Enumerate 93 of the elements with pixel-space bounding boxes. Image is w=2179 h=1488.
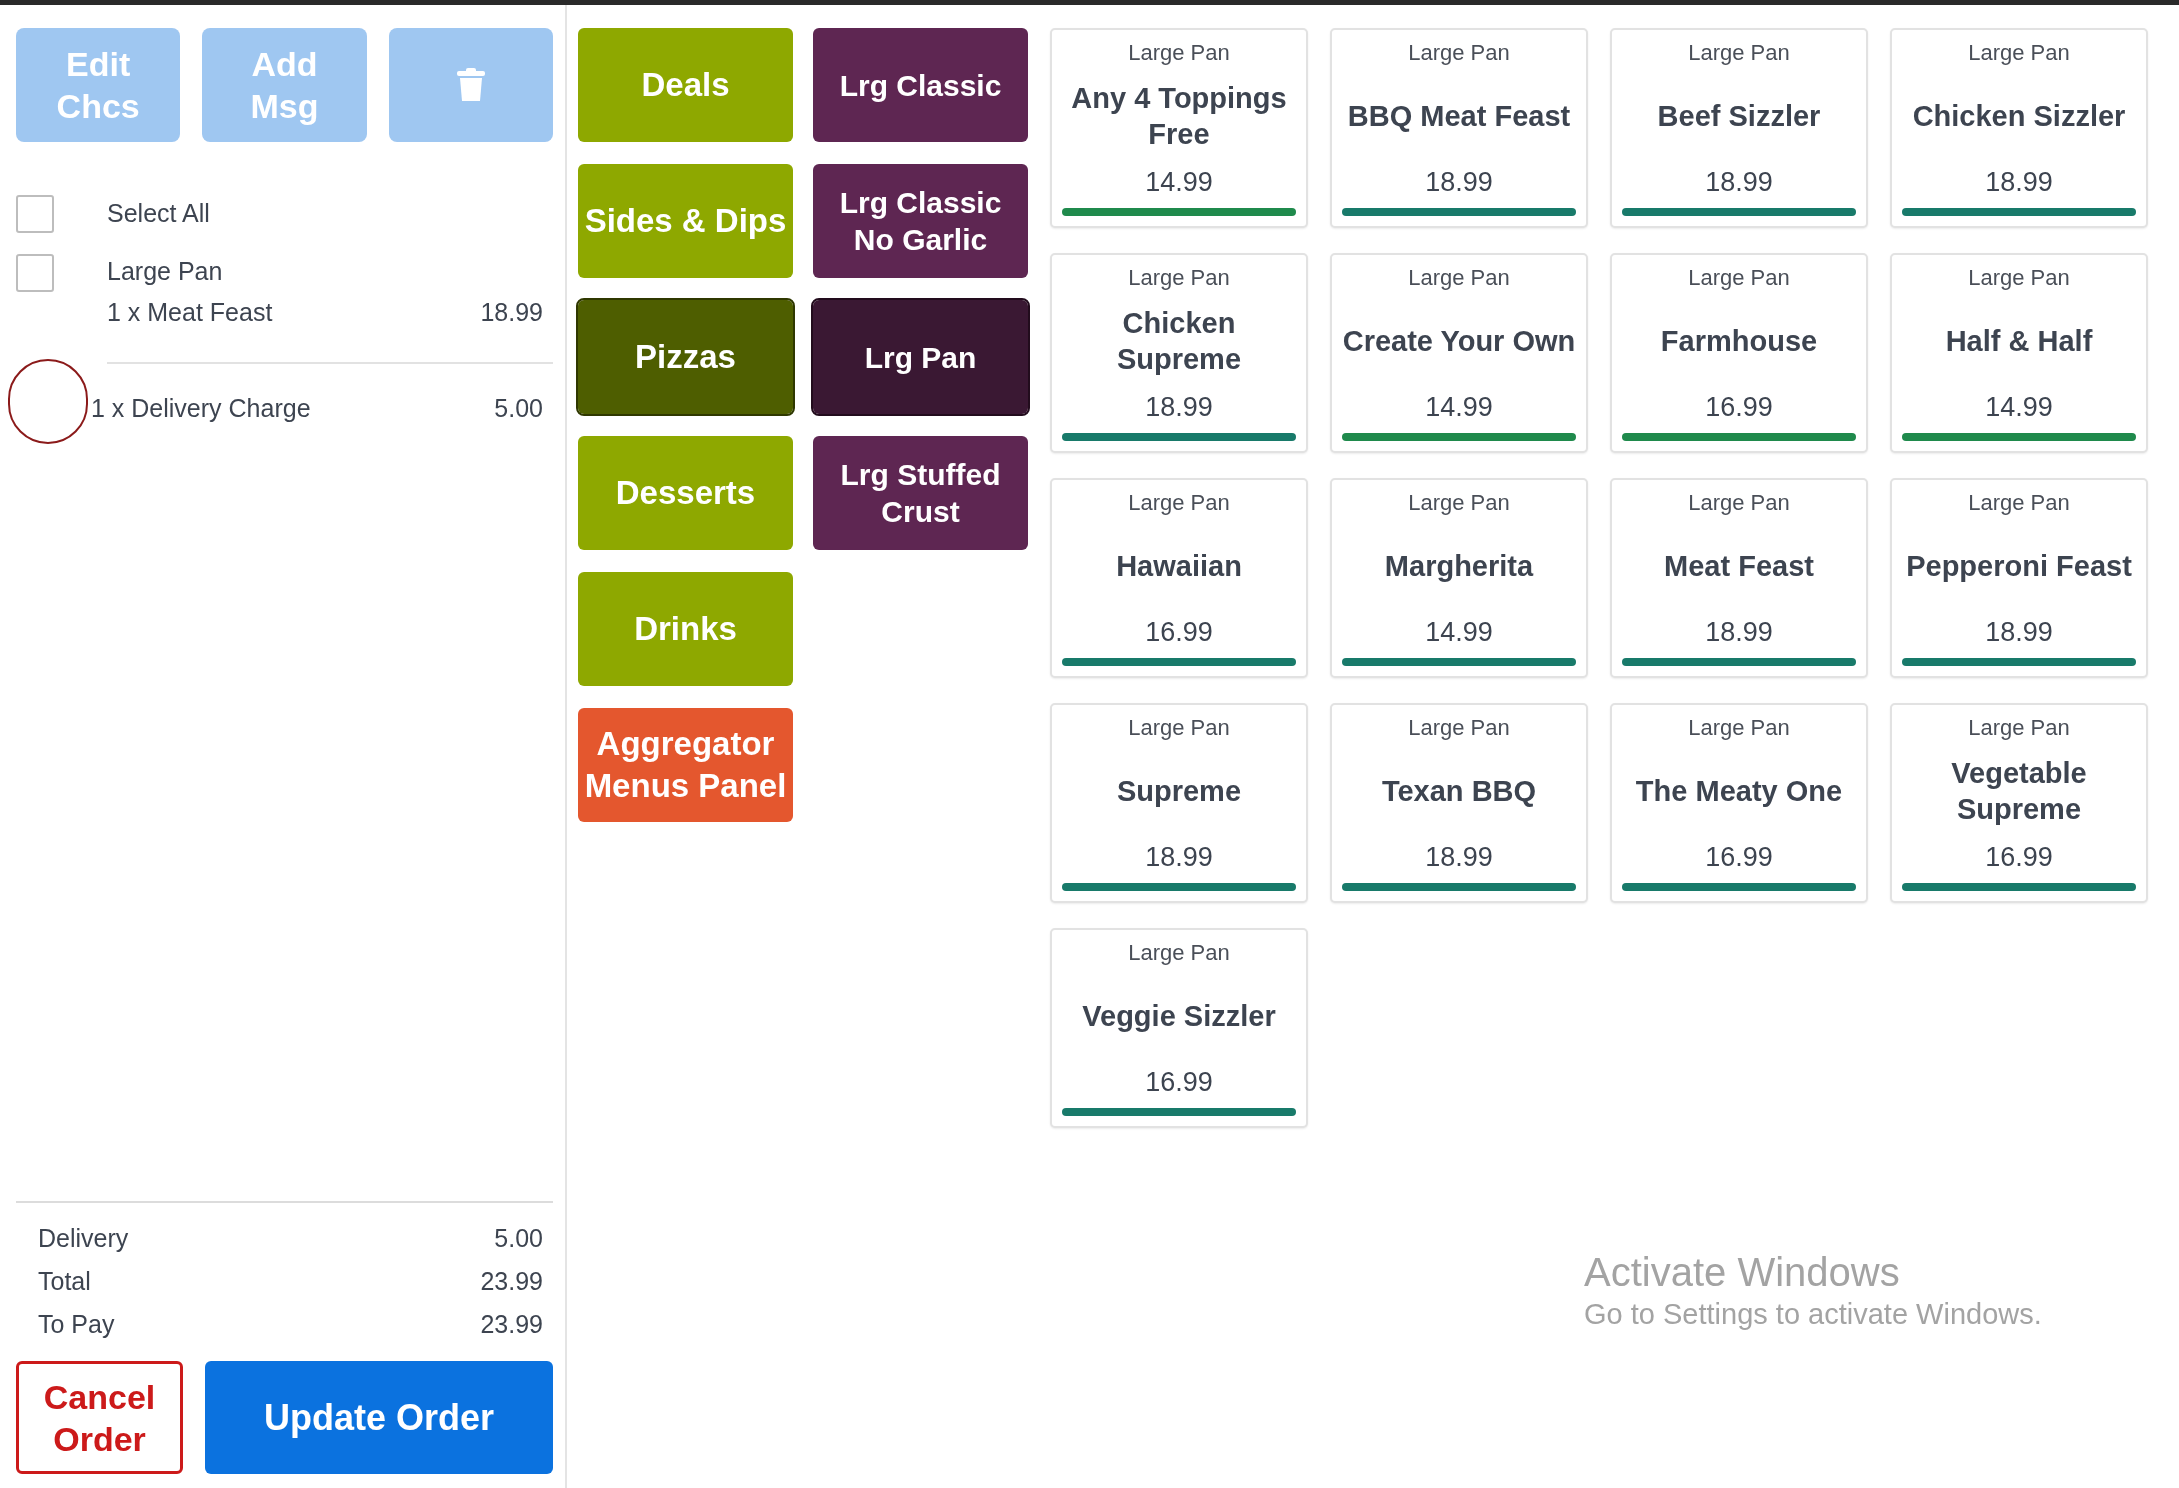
- product-name: Farmhouse: [1660, 324, 1818, 359]
- product-tile[interactable]: Large Pan Half & Half 14.99: [1890, 253, 2148, 453]
- product-tile[interactable]: Large Pan Hawaiian 16.99: [1050, 478, 1308, 678]
- product-tile[interactable]: Large Pan Beef Sizzler 18.99: [1610, 28, 1868, 228]
- product-size: Large Pan: [1408, 715, 1510, 741]
- product-tile[interactable]: Large Pan Meat Feast 18.99: [1610, 478, 1868, 678]
- product-price: 18.99: [1705, 616, 1773, 648]
- product-size: Large Pan: [1968, 40, 2070, 66]
- product-price: 16.99: [1985, 841, 2053, 873]
- product-price: 16.99: [1145, 1066, 1213, 1098]
- trash-icon: [455, 68, 486, 102]
- product-size: Large Pan: [1128, 490, 1230, 516]
- product-price: 18.99: [1425, 841, 1493, 873]
- total-value: 23.99: [480, 1266, 543, 1296]
- product-name: Any 4 Toppings Free: [1070, 81, 1288, 152]
- product-price: 14.99: [1425, 391, 1493, 423]
- product-name: Chicken Supreme: [1115, 306, 1243, 377]
- product-size: Large Pan: [1688, 715, 1790, 741]
- product-size: Large Pan: [1688, 40, 1790, 66]
- product-price: 18.99: [1705, 166, 1773, 198]
- product-name: Beef Sizzler: [1657, 99, 1821, 134]
- product-name: Half & Half: [1945, 324, 2093, 359]
- product-tile[interactable]: Large Pan Veggie Sizzler 16.99: [1050, 928, 1308, 1128]
- subcategory-tab[interactable]: Lrg Classic: [813, 28, 1028, 142]
- product-tile[interactable]: Large Pan Margherita 14.99: [1330, 478, 1588, 678]
- product-size: Large Pan: [1128, 715, 1230, 741]
- product-name: BBQ Meat Feast: [1347, 99, 1571, 134]
- product-name: The Meaty One: [1635, 774, 1843, 809]
- product-name: Vegetable Supreme: [1950, 756, 2088, 827]
- product-tile[interactable]: Large Pan Chicken Sizzler 18.99: [1890, 28, 2148, 228]
- product-tile[interactable]: Large Pan Chicken Supreme 18.99: [1050, 253, 1308, 453]
- order-item-description: 1 x Meat Feast: [107, 297, 273, 328]
- product-tile[interactable]: Large Pan BBQ Meat Feast 18.99: [1330, 28, 1588, 228]
- subcategory-tab[interactable]: Lrg Pan: [813, 300, 1028, 414]
- product-price: 16.99: [1705, 841, 1773, 873]
- checkbox[interactable]: [16, 195, 54, 233]
- product-size: Large Pan: [1688, 265, 1790, 291]
- order-item-title: Large Pan: [107, 256, 224, 287]
- total-value: 23.99: [480, 1309, 543, 1339]
- product-price: 18.99: [1985, 166, 2053, 198]
- product-tile[interactable]: Large Pan Texan BBQ 18.99: [1330, 703, 1588, 903]
- product-name: Meat Feast: [1664, 549, 1814, 584]
- product-name: Supreme: [1116, 774, 1242, 809]
- product-tile[interactable]: Large Pan Supreme 18.99: [1050, 703, 1308, 903]
- checkbox[interactable]: [16, 254, 54, 292]
- product-size: Large Pan: [1408, 490, 1510, 516]
- product-price: 18.99: [1985, 616, 2053, 648]
- product-tile[interactable]: Large Pan Pepperoni Feast 18.99: [1890, 478, 2148, 678]
- product-tile[interactable]: Large Pan Create Your Own 14.99: [1330, 253, 1588, 453]
- product-price: 14.99: [1425, 616, 1493, 648]
- order-charge-description: 1 x Delivery Charge: [91, 392, 311, 424]
- category-tab[interactable]: Pizzas: [578, 300, 793, 414]
- product-size: Large Pan: [1128, 940, 1230, 966]
- total-value: 5.00: [494, 1223, 543, 1253]
- cancel-order-button[interactable]: Cancel Order: [16, 1361, 183, 1474]
- update-order-button[interactable]: Update Order: [205, 1361, 553, 1474]
- subcategory-tab[interactable]: Lrg Classic No Garlic: [813, 164, 1028, 278]
- activation-notice-text: Go to Settings to activate Windows.: [1584, 1297, 2042, 1332]
- product-name: Chicken Sizzler: [1912, 99, 2126, 134]
- product-name: Veggie Sizzler: [1082, 999, 1276, 1034]
- total-label: To Pay: [38, 1309, 115, 1339]
- order-item-price: 18.99: [480, 297, 543, 328]
- product-price: 16.99: [1145, 616, 1213, 648]
- product-name: Margherita: [1384, 549, 1534, 584]
- product-price: 18.99: [1425, 166, 1493, 198]
- activation-notice-title: Activate Windows: [1584, 1249, 1901, 1296]
- product-name: Hawaiian: [1116, 549, 1242, 584]
- product-size: Large Pan: [1968, 490, 2070, 516]
- subcategory-tab[interactable]: Lrg Stuffed Crust: [813, 436, 1028, 550]
- product-price: 18.99: [1145, 391, 1213, 423]
- product-price: 16.99: [1705, 391, 1773, 423]
- total-label: Delivery: [38, 1223, 129, 1253]
- category-tab[interactable]: Aggregator Menus Panel: [578, 708, 793, 822]
- total-label: Total: [38, 1266, 91, 1296]
- product-name: Texan BBQ: [1381, 774, 1537, 809]
- product-size: Large Pan: [1408, 265, 1510, 291]
- product-price: 14.99: [1145, 166, 1213, 198]
- product-price: 14.99: [1985, 391, 2053, 423]
- order-charge-price: 5.00: [494, 392, 543, 424]
- product-tile[interactable]: Large Pan Farmhouse 16.99: [1610, 253, 1868, 453]
- product-size: Large Pan: [1128, 265, 1230, 291]
- select-all-label: Select All: [107, 198, 210, 230]
- product-size: Large Pan: [1968, 265, 2070, 291]
- product-tile[interactable]: Large Pan Any 4 Toppings Free 14.99: [1050, 28, 1308, 228]
- product-size: Large Pan: [1408, 40, 1510, 66]
- product-size: Large Pan: [1128, 40, 1230, 66]
- product-size: Large Pan: [1688, 490, 1790, 516]
- product-name: Pepperoni Feast: [1906, 549, 2132, 584]
- product-price: 18.99: [1145, 841, 1213, 873]
- product-tile[interactable]: Large Pan The Meaty One 16.99: [1610, 703, 1868, 903]
- product-tile[interactable]: Large Pan Vegetable Supreme 16.99: [1890, 703, 2148, 903]
- product-name: Create Your Own: [1342, 324, 1576, 359]
- product-size: Large Pan: [1968, 715, 2070, 741]
